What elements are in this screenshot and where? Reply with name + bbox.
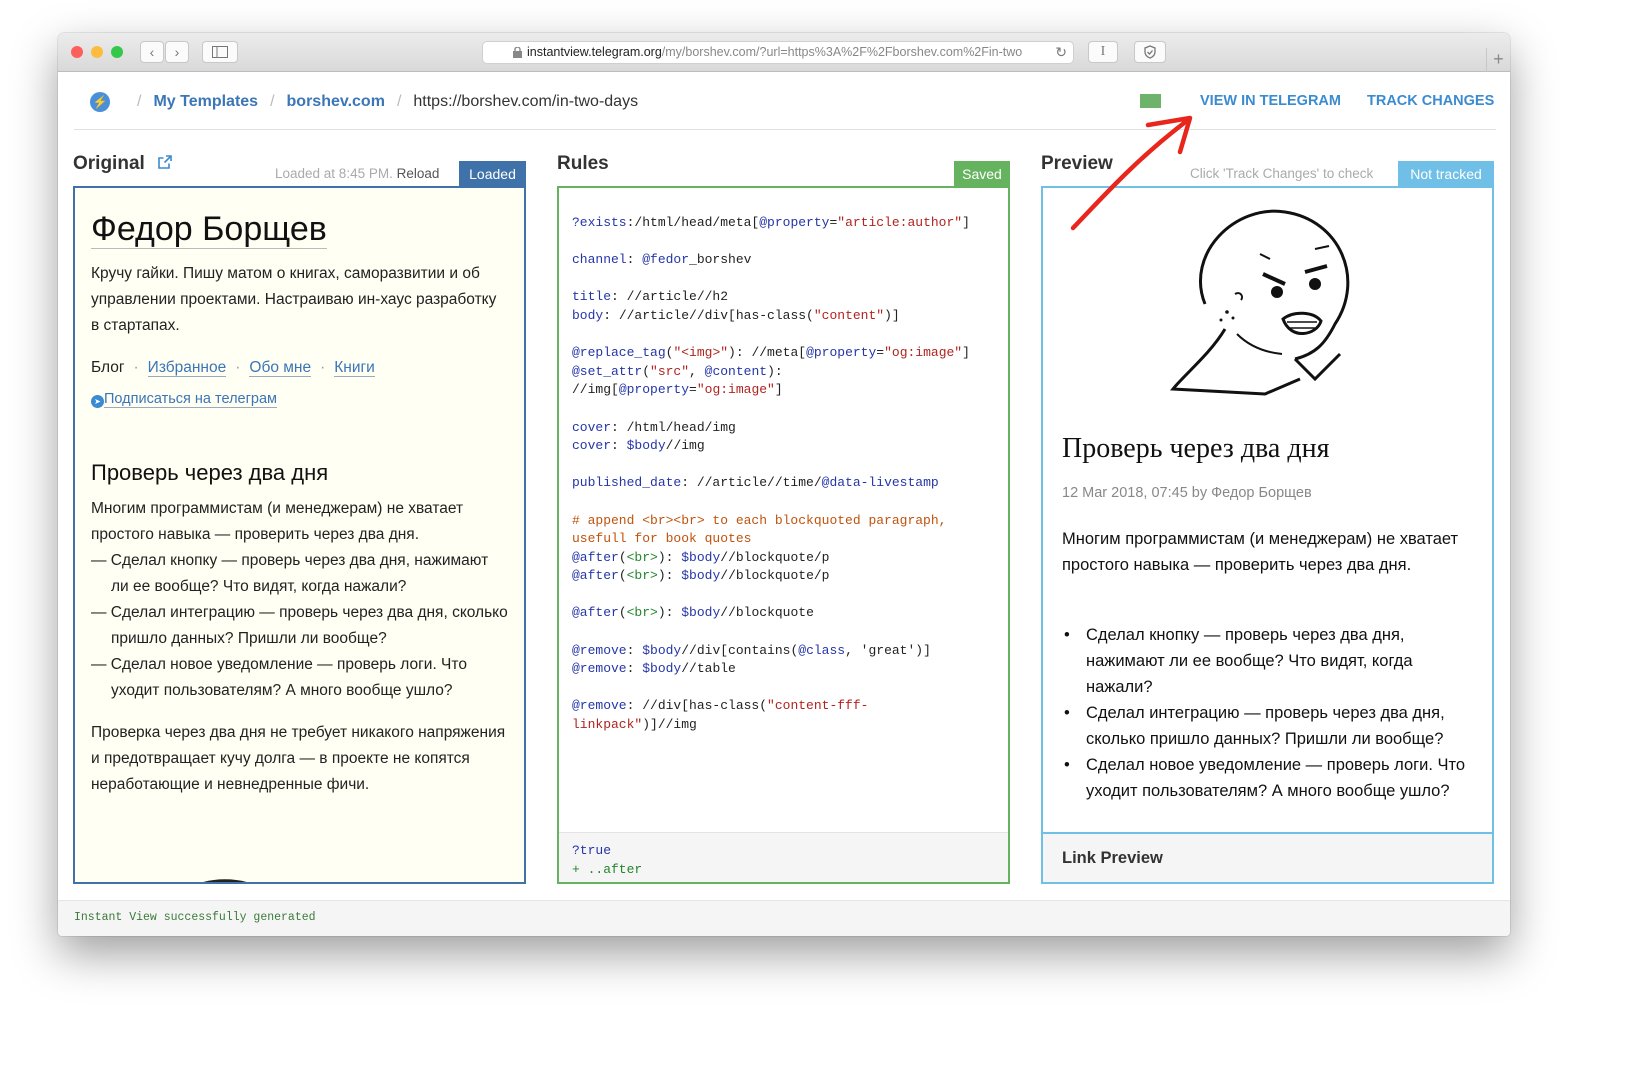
breadcrumb-my-templates[interactable]: My Templates [153, 93, 258, 111]
track-hint: Click 'Track Changes' to check [1190, 166, 1374, 181]
list-item: — Сделал новое уведомление — проверь лог… [91, 656, 467, 699]
preview-paragraph: Многим программистам (и менеджерам) не х… [1062, 530, 1459, 574]
url-host: instantview.telegram.org [527, 45, 662, 59]
breadcrumb-separator: / [137, 93, 142, 110]
author-intro: Кручу гайки. Пишу матом о книгах, самора… [91, 265, 497, 334]
reload-link[interactable]: Reload [397, 166, 440, 181]
list-item: — Сделал интеграцию — проверь через два … [91, 604, 508, 647]
subscribe-telegram-link[interactable]: ➤ Подписаться на телеграм [91, 391, 508, 408]
header: ⚡ / My Templates / borshev.com / https:/… [74, 72, 1496, 130]
telegram-icon: ➤ [91, 395, 104, 408]
forward-button[interactable]: › [165, 41, 189, 63]
not-tracked-badge: Not tracked [1398, 161, 1494, 187]
rules-code[interactable]: ?exists:/html/head/meta[@property="artic… [572, 214, 970, 735]
reload-icon[interactable]: ↻ [1051, 42, 1067, 63]
list-item: — Сделал кнопку — проверь через два дня,… [91, 552, 489, 595]
preview-title: Preview [1041, 153, 1113, 174]
address-bar[interactable]: instantview.telegram.org/my/borshev.com/… [482, 41, 1074, 64]
minimize-window-button[interactable] [91, 46, 103, 58]
debug-line: + ..after [572, 862, 643, 877]
browser-toolbar: ‹ › instantview.telegram.org/my/borshev.… [58, 33, 1510, 72]
reader-button[interactable]: I [1088, 41, 1118, 63]
loaded-time: Loaded at 8:45 PM. Reload [275, 166, 440, 181]
article-list: — Сделал кнопку — проверь через два дня,… [91, 548, 508, 704]
nav-about[interactable]: Обо мне [249, 359, 312, 377]
nav-favorites[interactable]: Избранное [147, 359, 227, 377]
site-nav: Блог · Избранное · Обо мне · Книги [91, 359, 375, 377]
original-page-panel[interactable]: Федор Борщев Кручу гайки. Пишу матом о к… [73, 186, 526, 884]
breadcrumb: ⚡ / My Templates / borshev.com / https:/… [90, 92, 638, 112]
back-button[interactable]: ‹ [140, 41, 164, 63]
preview-meta: 12 Mar 2018, 07:45 by Федор Борщев [1062, 485, 1312, 501]
status-bar: Instant View successfully generated [58, 900, 1510, 936]
author-heading: Федор Борщев [91, 210, 327, 249]
original-title: Original [73, 153, 172, 175]
debug-line: ?true [572, 843, 612, 858]
article-title: Проверь через два дня [91, 460, 329, 485]
loaded-badge: Loaded [459, 161, 526, 187]
sidebar-toggle-button[interactable] [202, 41, 238, 63]
shield-extension-button[interactable] [1134, 41, 1166, 63]
truncated-image [203, 879, 247, 882]
breadcrumb-site[interactable]: borshev.com [287, 93, 385, 111]
nav-blog[interactable]: Блог [91, 359, 125, 376]
rules-title: Rules [557, 153, 609, 174]
article-paragraph: Проверка через два дня не требует никако… [91, 724, 506, 793]
article-paragraph: Многим программистам (и менеджерам) не х… [91, 500, 464, 543]
link-preview-button[interactable]: Link Preview [1043, 832, 1492, 882]
preview-panel[interactable]: Проверь через два дня 12 Mar 2018, 07:45… [1041, 186, 1494, 884]
breadcrumb-separator: / [396, 93, 402, 110]
url-path: /my/borshev.com/?url=https%3A%2F%2Fborsh… [661, 45, 1023, 59]
preview-list: Сделал кнопку — проверь через два дня, н… [1062, 622, 1482, 804]
close-window-button[interactable] [71, 46, 83, 58]
new-tab-button[interactable]: + [1486, 48, 1510, 72]
rules-debug-output: ?true + ..after [559, 832, 1008, 882]
saved-badge: Saved [954, 161, 1010, 187]
rules-editor[interactable]: ?exists:/html/head/meta[@property="artic… [557, 186, 1010, 884]
list-item: Сделал кнопку — проверь через два дня, н… [1062, 622, 1482, 700]
breadcrumb-separator: / [270, 93, 275, 110]
track-changes-link[interactable]: TRACK CHANGES [1367, 93, 1494, 109]
shield-icon [1144, 45, 1156, 59]
breadcrumb-current-url: https://borshev.com/in-two-days [413, 93, 639, 110]
instant-view-logo-icon[interactable]: ⚡ [90, 92, 110, 112]
list-item: Сделал интеграцию — проверь через два дн… [1062, 700, 1482, 752]
list-item: Сделал новое уведомление — проверь логи.… [1062, 752, 1482, 804]
external-link-icon[interactable] [158, 155, 172, 169]
nav-books[interactable]: Книги [334, 359, 375, 377]
y-u-no-meme-image [1170, 209, 1350, 396]
sidebar-icon [212, 46, 228, 58]
browser-window: ‹ › instantview.telegram.org/my/borshev.… [58, 33, 1510, 936]
lock-icon [513, 47, 522, 58]
preview-article-title: Проверь через два дня [1062, 433, 1330, 464]
maximize-window-button[interactable] [111, 46, 123, 58]
view-in-telegram-link[interactable]: VIEW IN TELEGRAM [1200, 93, 1341, 109]
status-indicator [1140, 94, 1161, 108]
